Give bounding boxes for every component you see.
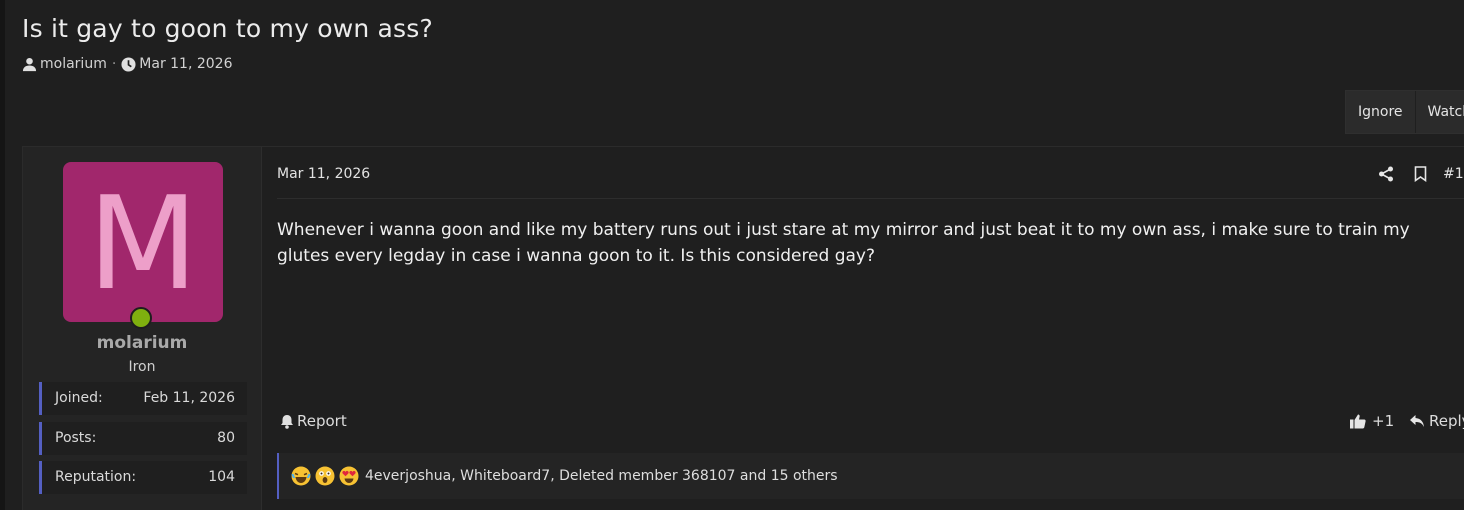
stat-label: Posts: (55, 430, 97, 446)
user-title: Iron (128, 359, 156, 375)
avatar-letter: M (87, 170, 199, 319)
stat-value: Feb 11, 2026 (143, 390, 235, 406)
left-edge-divider (0, 0, 5, 510)
heart-eyes-emoji-icon (339, 466, 359, 486)
thread-title: Is it gay to goon to my own ass? (22, 14, 433, 43)
thread-author-link[interactable]: molarium (40, 56, 107, 72)
like-count: +1 (1372, 412, 1395, 430)
bell-icon (280, 414, 294, 429)
like-button[interactable]: +1 (1349, 412, 1394, 430)
report-label: Report (297, 412, 347, 430)
user-icon (22, 57, 37, 72)
post-header-divider (277, 198, 1464, 199)
user-stat-posts: Posts: 80 (39, 422, 247, 455)
reactions-names-link[interactable]: 4everjoshua, Whiteboard7, Deleted member… (365, 468, 838, 484)
username-link[interactable]: molarium (23, 333, 261, 353)
laughing-tears-emoji-icon (291, 466, 311, 486)
post-user-column: M molarium Iron Joined: Feb 11, 2026 Pos… (23, 147, 262, 510)
thread-actions: Ignore Watch (1345, 90, 1464, 134)
share-icon[interactable] (1375, 163, 1397, 185)
meta-separator: · (111, 56, 117, 72)
stat-value: 80 (217, 430, 235, 446)
ignore-button[interactable]: Ignore (1346, 91, 1416, 133)
clock-icon (121, 56, 136, 72)
shocked-face-emoji-icon (315, 466, 335, 486)
stat-value: 104 (208, 469, 235, 485)
post-tools: #1 (1375, 163, 1464, 185)
thread-date-link[interactable]: Mar 11, 2026 (139, 56, 232, 72)
reply-arrow-icon (1409, 414, 1425, 428)
reply-label: Reply (1429, 412, 1464, 430)
reactions-bar[interactable]: 4everjoshua, Whiteboard7, Deleted member… (277, 453, 1464, 499)
thread-meta: molarium · Mar 11, 2026 (22, 54, 233, 74)
thumbs-up-icon (1349, 412, 1367, 430)
reply-button[interactable]: Reply (1409, 412, 1464, 430)
thread-page: Is it gay to goon to my own ass? molariu… (0, 0, 1464, 510)
online-status-indicator (130, 307, 152, 329)
avatar[interactable]: M (63, 162, 223, 322)
post-1: M molarium Iron Joined: Feb 11, 2026 Pos… (22, 146, 1464, 510)
post-body: Whenever i wanna goon and like my batter… (277, 220, 1410, 266)
stat-label: Reputation: (55, 469, 137, 485)
report-button[interactable]: Report (280, 412, 347, 430)
user-stat-joined: Joined: Feb 11, 2026 (39, 382, 247, 415)
bookmark-icon[interactable] (1409, 163, 1431, 185)
watch-button[interactable]: Watch (1416, 91, 1464, 133)
stat-label: Joined: (55, 390, 103, 406)
user-stat-reputation: Reputation: 104 (39, 461, 247, 494)
post-number-link[interactable]: #1 (1443, 166, 1464, 182)
post-date-link[interactable]: Mar 11, 2026 (277, 166, 370, 182)
